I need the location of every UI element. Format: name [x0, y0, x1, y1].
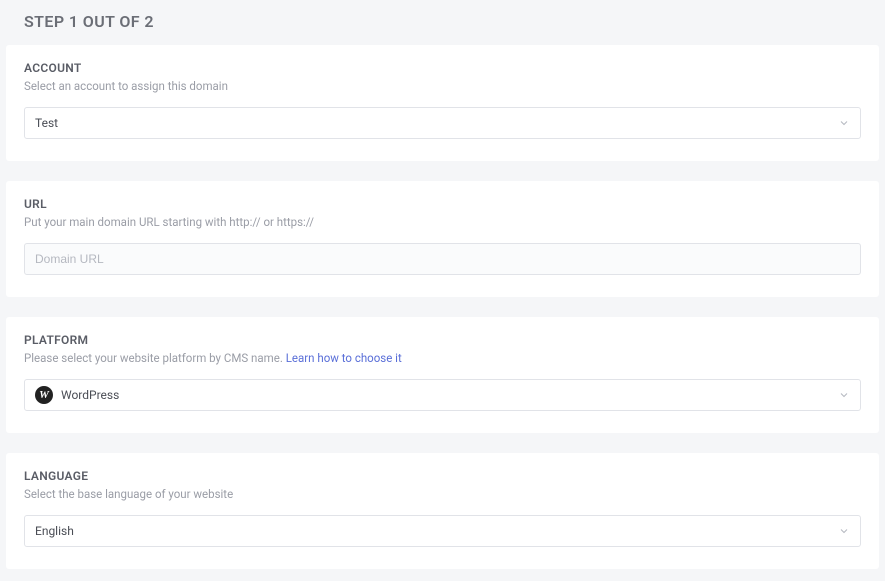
platform-learn-link[interactable]: Learn how to choose it [286, 351, 402, 365]
url-input-wrapper[interactable] [24, 243, 861, 275]
account-select[interactable]: Test [24, 107, 861, 139]
language-desc: Select the base language of your website [24, 487, 861, 501]
platform-section: PLATFORM Please select your website plat… [6, 317, 879, 433]
account-selected-value: Test [35, 116, 58, 130]
chevron-down-icon [838, 525, 850, 537]
wordpress-icon: W [35, 386, 53, 404]
account-desc: Select an account to assign this domain [24, 79, 861, 93]
platform-desc: Please select your website platform by C… [24, 351, 861, 365]
chevron-down-icon [838, 389, 850, 401]
platform-selected-value: WordPress [61, 388, 119, 402]
url-title: URL [24, 197, 861, 211]
language-section: LANGUAGE Select the base language of you… [6, 453, 879, 569]
language-select[interactable]: English [24, 515, 861, 547]
account-section: ACCOUNT Select an account to assign this… [6, 45, 879, 161]
page-title: STEP 1 OUT OF 2 [24, 12, 879, 31]
url-input[interactable] [35, 252, 850, 266]
platform-desc-text: Please select your website platform by C… [24, 351, 286, 365]
platform-title: PLATFORM [24, 333, 861, 347]
language-selected-value: English [35, 524, 74, 538]
account-title: ACCOUNT [24, 61, 861, 75]
platform-select[interactable]: W WordPress [24, 379, 861, 411]
chevron-down-icon [838, 117, 850, 129]
url-desc: Put your main domain URL starting with h… [24, 215, 861, 229]
language-title: LANGUAGE [24, 469, 861, 483]
url-section: URL Put your main domain URL starting wi… [6, 181, 879, 297]
